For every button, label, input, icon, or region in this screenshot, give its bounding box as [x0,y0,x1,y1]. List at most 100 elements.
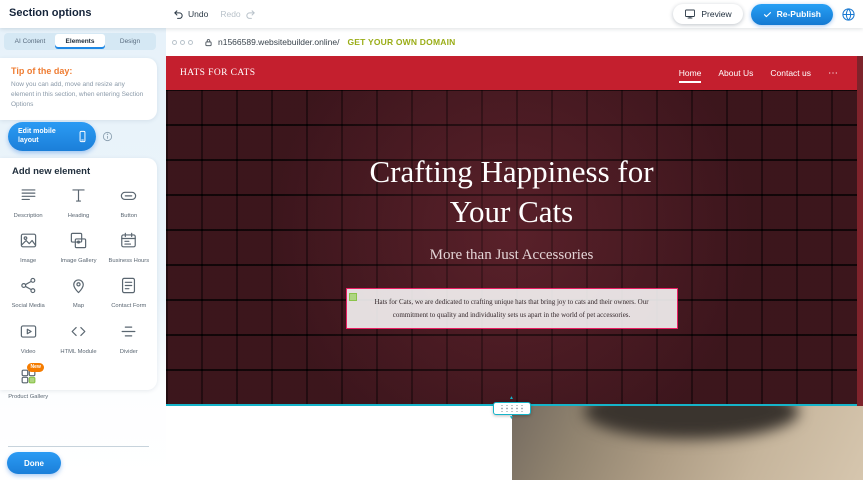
site-frame: HATS FOR CATS Home About Us Contact us ⋯… [166,56,857,406]
republish-button[interactable]: Re-Publish [751,4,833,25]
history-controls: Undo Redo [173,0,256,28]
video-icon [19,322,38,346]
business-hours-icon [119,231,138,255]
nav-contact-us[interactable]: Contact us [770,65,811,81]
element-item-business-hours[interactable]: Business Hours [104,229,154,267]
element-item-image[interactable]: Image [3,229,53,267]
nav-about-us[interactable]: About Us [718,65,753,81]
element-item-description[interactable]: Description [3,184,53,222]
add-element-title: Add new element [12,166,154,177]
undo-icon [173,9,184,20]
info-icon[interactable] [102,131,113,142]
add-element-panel: Add new element Description Heading Butt… [0,158,157,390]
new-badge: New [27,363,44,372]
divider-icon [119,322,138,346]
preview-label: Preview [701,9,731,19]
drag-handle-pill [493,402,531,415]
resize-handle[interactable] [349,293,357,301]
element-item-label: Map [73,303,84,310]
element-item-label: Product Gallery [8,394,48,401]
preview-scrollbar[interactable] [857,56,863,406]
republish-label: Re-Publish [777,9,821,19]
site-nav: Home About Us Contact us ⋯ [679,65,838,82]
element-item-label: Image Gallery [60,258,96,265]
element-item-label: HTML Module [60,349,96,356]
element-item-contact-form[interactable]: Contact Form [104,274,154,312]
tip-body: Now you can add, move and resize any ele… [11,80,146,110]
preview-monitor-icon [684,8,696,20]
sidebar-divider [8,446,149,447]
edit-mobile-label: Edit mobile layout [18,128,71,146]
nav-home[interactable]: Home [679,65,702,81]
element-item-social-media[interactable]: Social Media [3,274,53,312]
site-header: HATS FOR CATS Home About Us Contact us ⋯ [166,56,857,90]
cat-photo [512,406,863,480]
app-root: Section options Undo Redo Preview [0,0,863,480]
globe-icon[interactable] [841,7,856,22]
phone-icon [76,130,89,143]
button-icon [119,186,138,210]
element-item-label: Button [120,213,137,220]
element-grid: Description Heading Button Image Image G… [3,184,154,403]
element-item-map[interactable]: Map [53,274,103,312]
arrow-down-icon: ▼ [509,415,514,422]
element-item-label: Video [21,349,36,356]
element-item-label: Heading [68,213,90,220]
drag-dots-icon [501,405,523,412]
sidebar-tabs: AI Content Elements Design [4,33,156,50]
html-code-icon [69,322,88,346]
lock-icon [204,38,213,47]
contact-form-icon [119,276,138,300]
topbar-actions: Preview Re-Publish [673,0,856,28]
element-item-button[interactable]: Button [104,184,154,222]
hero-heading[interactable]: Crafting Happiness for Your Cats [352,152,672,233]
window-dot [172,40,177,45]
section-drag-handle[interactable]: ▲ ▼ [493,395,531,422]
site-url: n1566589.websitebuilder.online/ [218,37,339,47]
text-lines-icon [19,186,38,210]
topbar: Section options Undo Redo Preview [0,0,863,28]
redo-label: Redo [220,9,240,19]
selected-text-element[interactable]: Hats for Cats, we are dedicated to craft… [346,288,678,330]
check-icon [763,10,772,19]
arrow-up-icon: ▲ [509,395,514,402]
site-preview: n1566589.websitebuilder.online/ GET YOUR… [166,28,863,480]
next-section-blank [166,406,512,480]
window-dot [188,40,193,45]
image-icon [19,231,38,255]
hero-paragraph: Hats for Cats, we are dedicated to craft… [357,296,667,322]
tab-elements[interactable]: Elements [55,34,105,49]
undo-label: Undo [188,9,208,19]
heading-icon [69,186,88,210]
window-dot [180,40,185,45]
redo-icon [245,9,256,20]
tip-title: Tip of the day: [11,66,146,76]
element-item-label: Divider [120,349,138,356]
tip-card: Tip of the day: Now you can add, move an… [0,58,157,120]
element-item-label: Contact Form [111,303,146,310]
tab-design[interactable]: Design [105,34,155,49]
cat-silhouette [584,406,799,439]
element-item-heading[interactable]: Heading [53,184,103,222]
element-item-html-module[interactable]: HTML Module [53,320,103,358]
undo-button[interactable]: Undo [173,9,208,20]
done-button[interactable]: Done [7,452,61,474]
redo-button[interactable]: Redo [220,9,255,20]
nav-overflow-icon[interactable]: ⋯ [828,65,838,82]
social-media-icon [19,276,38,300]
hero-subheading[interactable]: More than Just Accessories [430,247,594,264]
element-item-label: Description [14,213,43,220]
element-item-divider[interactable]: Divider [104,320,154,358]
sidebar: AI Content Elements Design Tip of the da… [0,28,166,480]
element-item-label: Image [20,258,36,265]
element-item-image-gallery[interactable]: Image Gallery [53,229,103,267]
get-domain-link[interactable]: GET YOUR OWN DOMAIN [347,37,455,47]
edit-mobile-layout-button[interactable]: Edit mobile layout [8,122,96,151]
browser-bar: n1566589.websitebuilder.online/ GET YOUR… [166,28,863,56]
element-item-video[interactable]: Video [3,320,53,358]
map-pin-icon [69,276,88,300]
tab-ai-content[interactable]: AI Content [5,34,55,49]
hero-section: Crafting Happiness for Your Cats More th… [166,90,857,406]
preview-button[interactable]: Preview [673,4,742,24]
element-item-product-gallery[interactable]: New Product Gallery [3,365,53,403]
